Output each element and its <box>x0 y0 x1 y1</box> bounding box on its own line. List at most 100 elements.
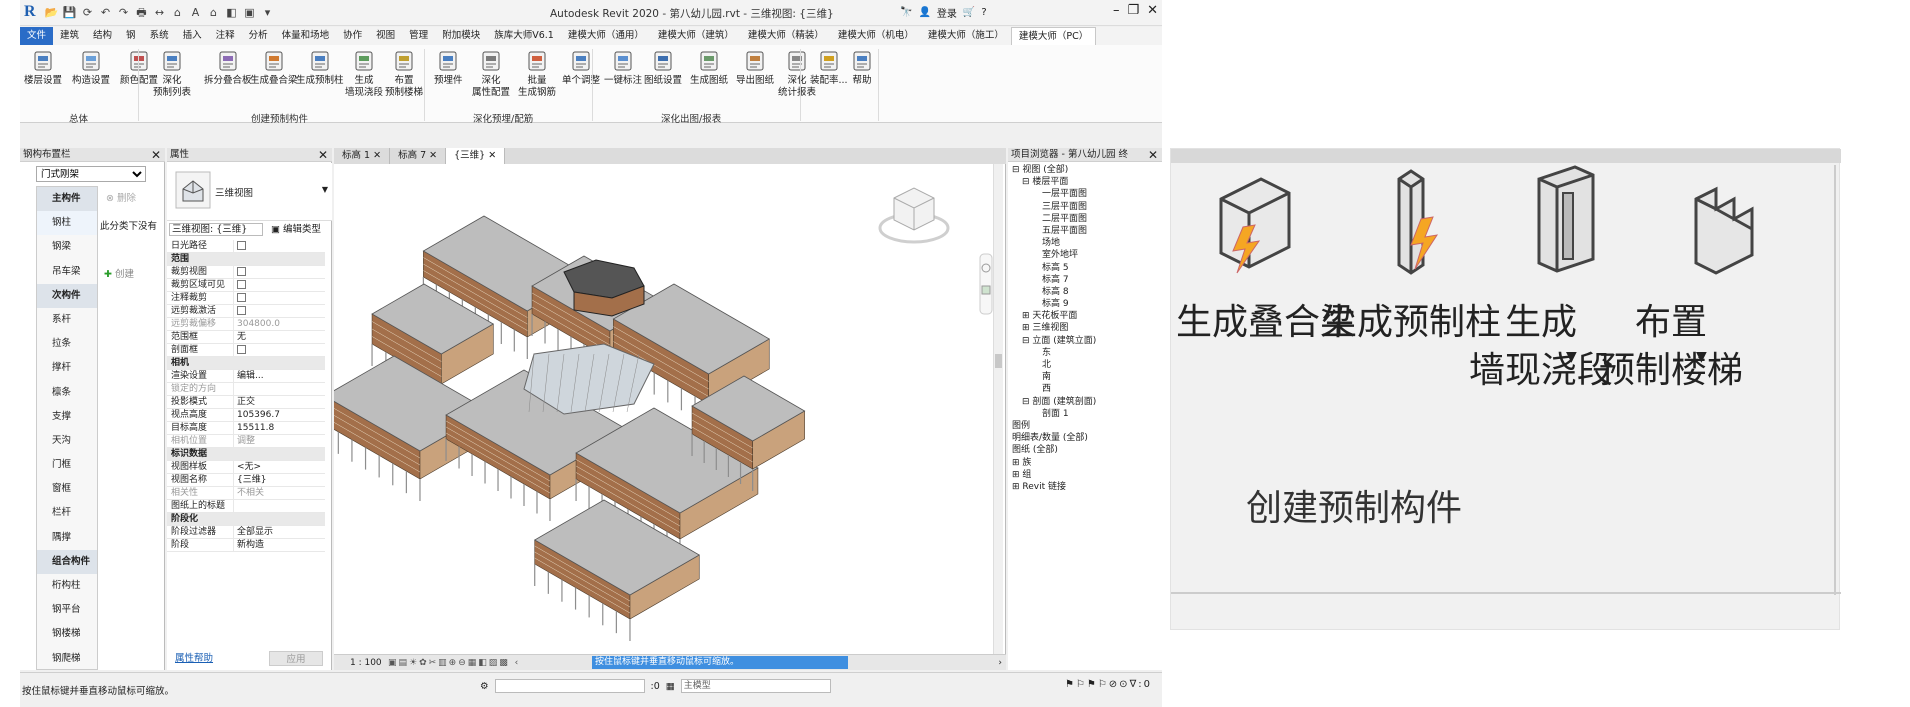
checkbox[interactable] <box>237 293 246 302</box>
ribbon-button-2-1[interactable]: 深化 属性配置 <box>472 49 510 99</box>
help-icon[interactable]: ? <box>981 7 986 18</box>
tree-node[interactable]: 五层平面图 <box>1010 225 1160 237</box>
property-value[interactable] <box>233 383 325 395</box>
close-icon[interactable]: ✕ <box>151 148 161 162</box>
text-A-icon[interactable]: A <box>188 5 203 20</box>
ribbon-button-3-1[interactable]: 图纸设置 <box>644 49 682 87</box>
delete-button[interactable]: ⊗ 删除 <box>106 190 136 204</box>
expand-icon[interactable]: ⊞ <box>1022 311 1032 321</box>
checkbox[interactable] <box>237 345 246 354</box>
tab-16[interactable]: 建模大师（精装） <box>741 27 831 45</box>
ribbon-button-1-0[interactable]: 深化 预制列表 <box>153 49 191 99</box>
print-icon[interactable]: 🖶 <box>134 5 149 20</box>
measure-icon[interactable]: ↔ <box>152 5 167 20</box>
ribbon-button-1-4[interactable]: 生成 墙现浇段 <box>345 49 383 99</box>
close-icon[interactable]: ✕ <box>1147 3 1158 18</box>
property-value[interactable] <box>233 266 325 278</box>
tree-node[interactable]: 室外地坪 <box>1010 249 1160 261</box>
checkbox[interactable] <box>237 280 246 289</box>
ribbon-button-1-5[interactable]: 布置 预制楼梯 <box>385 49 423 99</box>
model-select[interactable]: 主模型 <box>680 679 831 693</box>
property-value[interactable]: 无 <box>233 331 325 343</box>
component-item[interactable]: 拉条 <box>37 332 97 356</box>
tree-node[interactable]: 标高 7 <box>1010 274 1160 286</box>
tree-node[interactable]: 标高 5 <box>1010 262 1160 274</box>
component-item[interactable]: 钢平台 <box>37 598 97 622</box>
ribbon-button-2-0[interactable]: 预埋件 <box>434 49 463 87</box>
property-section[interactable]: 阶段化 <box>167 513 325 526</box>
property-value[interactable]: 全部显示 <box>233 526 325 538</box>
close-hidden-icon[interactable]: ▣ <box>242 5 257 20</box>
tree-node[interactable]: 图纸 (全部) <box>1010 444 1160 456</box>
ribbon-button-4-0[interactable]: 装配率... <box>810 49 848 87</box>
ribbon-button-1-3[interactable]: 生成预制柱 <box>296 49 344 87</box>
zoom-button-3[interactable]: 布置 预制楼梯 <box>1599 299 1743 395</box>
tab-15[interactable]: 建模大师（建筑） <box>651 27 741 45</box>
tree-node[interactable]: 西 <box>1010 383 1160 395</box>
tab-4[interactable]: 系统 <box>143 27 176 45</box>
vertical-scrollbar[interactable] <box>993 164 1003 654</box>
tree-node[interactable]: ⊞ 三维视图 <box>1010 322 1160 334</box>
minimize-icon[interactable]: – <box>1113 3 1120 18</box>
tree-node[interactable]: 标高 8 <box>1010 286 1160 298</box>
property-value[interactable]: 不相关 <box>233 487 325 499</box>
ribbon-button-3-0[interactable]: 一键标注 <box>604 49 642 87</box>
instance-selector[interactable]: 三维视图: {三维} ▣ 编辑类型 <box>167 222 332 238</box>
property-value[interactable] <box>233 344 325 356</box>
property-value[interactable] <box>233 305 325 317</box>
viewcube-icon[interactable] <box>878 187 950 244</box>
ribbon-button-1-1[interactable]: 拆分叠合板 <box>204 49 252 87</box>
category-header[interactable]: 主构件 <box>37 187 97 212</box>
property-value[interactable]: <无> <box>233 461 325 473</box>
component-item[interactable]: 吊车梁 <box>37 260 97 284</box>
type-selector[interactable]: 三维视图 ▼ <box>167 163 332 221</box>
property-value[interactable]: 新构造 <box>233 539 325 551</box>
tree-node[interactable]: 明细表/数量 (全部) <box>1010 432 1160 444</box>
property-section[interactable]: 标识数据 <box>167 448 325 461</box>
tree-node[interactable]: 二层平面图 <box>1010 213 1160 225</box>
component-item[interactable]: 钢柱 <box>37 211 97 236</box>
close-icon[interactable]: ✕ <box>370 150 381 161</box>
3d-icon[interactable]: ⌂ <box>206 5 221 20</box>
tab-0[interactable]: 文件 <box>20 27 54 45</box>
dropdown-caret-icon[interactable]: ▼ <box>1566 349 1577 365</box>
tab-18[interactable]: 建模大师（施工） <box>921 27 1011 45</box>
design-option-icon[interactable]: ▦ <box>666 681 675 692</box>
edit-type-button[interactable]: ▣ 编辑类型 <box>271 223 321 236</box>
component-item[interactable]: 系杆 <box>37 308 97 332</box>
dropdown-caret-icon[interactable]: ▼ <box>1696 349 1707 365</box>
properties-help-link[interactable]: 属性帮助 <box>175 650 213 664</box>
tab-19[interactable]: 建模大师（PC） <box>1010 27 1097 45</box>
tab-12[interactable]: 附加模块 <box>435 27 487 45</box>
workset-select[interactable] <box>494 679 645 693</box>
component-item[interactable]: 桁构柱 <box>37 574 97 598</box>
view-control-icons[interactable]: ▣▤☀✿✂▥⊕⊖▦◧▨▩ ‹ <box>388 655 520 671</box>
view-tab-2[interactable]: {三维} ✕ <box>446 148 506 164</box>
component-item[interactable]: 檩条 <box>37 381 97 405</box>
login-link[interactable]: 登录 <box>937 5 957 20</box>
tree-node[interactable]: 场地 <box>1010 237 1160 249</box>
tree-node[interactable]: ⊞ 组 <box>1010 469 1160 481</box>
tab-6[interactable]: 注释 <box>209 27 242 45</box>
switch-icon[interactable]: ▾ <box>260 5 275 20</box>
property-value[interactable]: 304800.0 <box>233 318 325 330</box>
tree-node[interactable]: ⊞ Revit 链接 <box>1010 481 1160 493</box>
component-item[interactable]: 天沟 <box>37 429 97 453</box>
property-value[interactable]: 15511.8 <box>233 422 325 434</box>
tab-3[interactable]: 钢 <box>119 27 143 45</box>
zoom-button-2[interactable]: 生成 墙现浇段 <box>1469 299 1613 395</box>
tab-11[interactable]: 管理 <box>402 27 435 45</box>
navigation-bar[interactable] <box>979 253 993 315</box>
tab-8[interactable]: 体量和场地 <box>275 27 337 45</box>
undo-icon[interactable]: ↶ <box>98 5 113 20</box>
tab-5[interactable]: 插入 <box>176 27 209 45</box>
save-icon[interactable]: 💾 <box>62 5 77 20</box>
view-tab-0[interactable]: 标高 1 ✕ <box>334 148 391 164</box>
component-item[interactable]: 门框 <box>37 453 97 477</box>
tag-icon[interactable]: ⌂ <box>170 5 185 20</box>
close-icon[interactable]: ✕ <box>485 150 496 161</box>
expand-icon[interactable]: ⊞ <box>1012 458 1022 468</box>
property-value[interactable] <box>233 292 325 304</box>
tree-node[interactable]: ⊟ 楼层平面 <box>1010 176 1160 188</box>
ribbon-button-4-1[interactable]: 帮助 <box>850 49 874 87</box>
